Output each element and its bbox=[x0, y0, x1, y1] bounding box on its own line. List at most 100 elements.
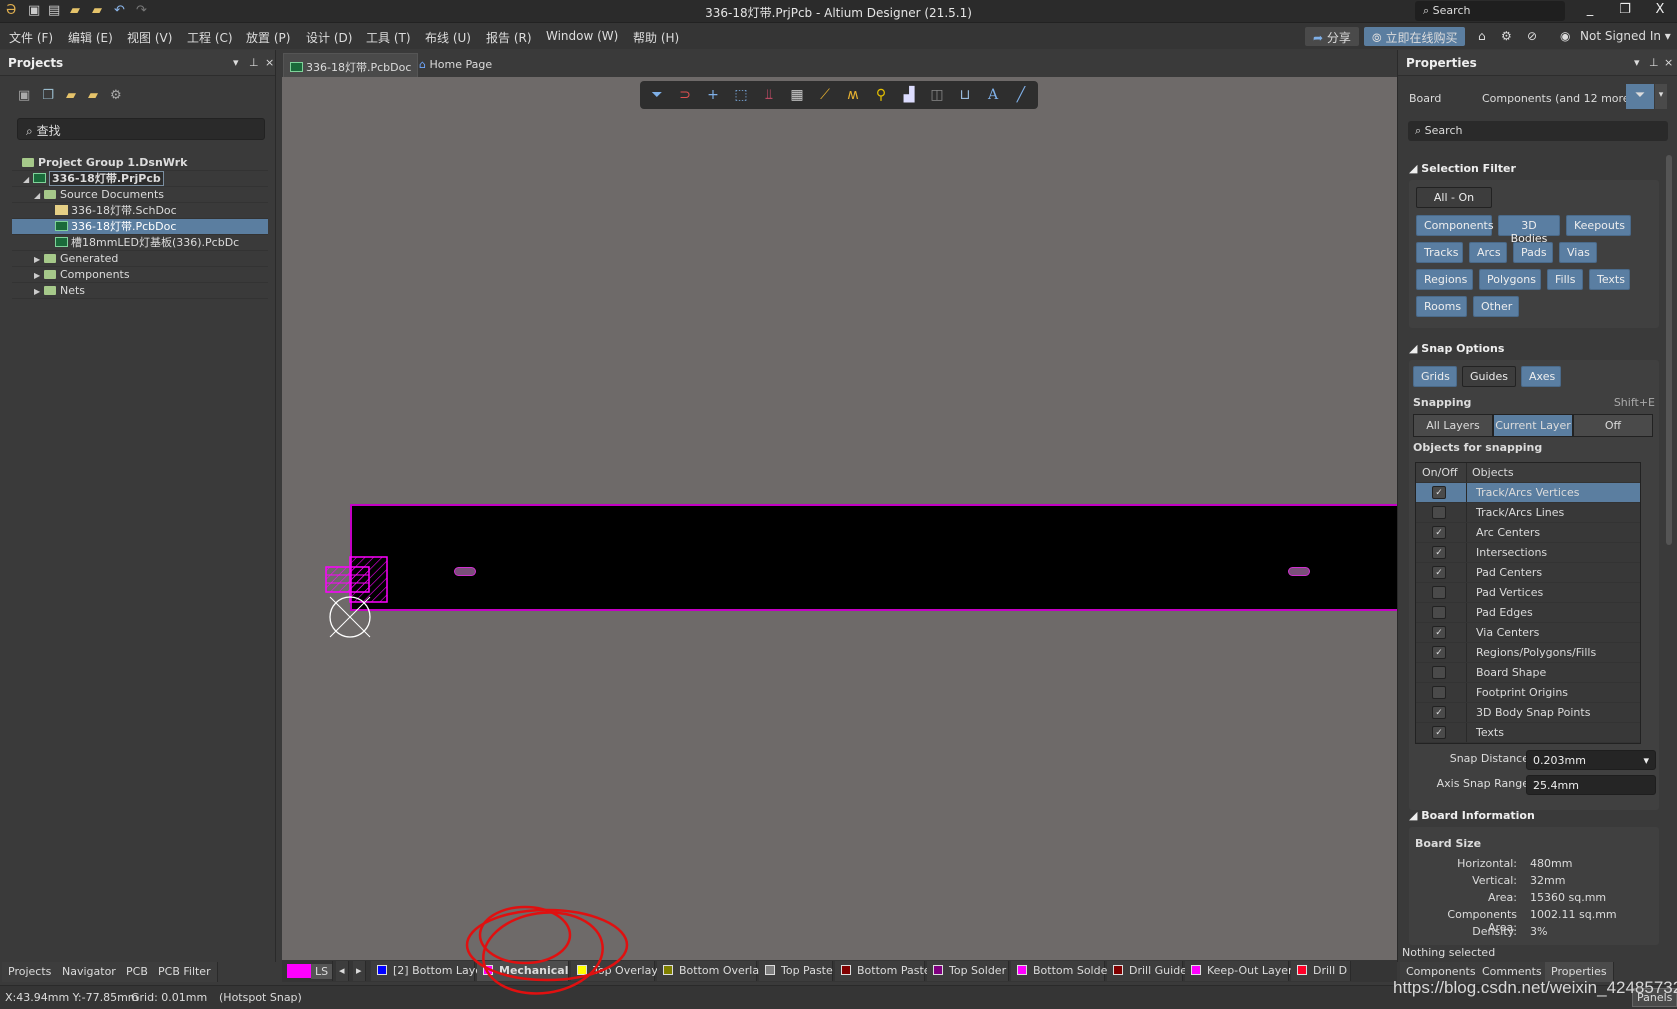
line-icon[interactable]: ╱ bbox=[1010, 87, 1032, 103]
snap-object-row[interactable]: Pad Vertices bbox=[1416, 583, 1640, 603]
snap-object-row[interactable]: ✓ Via Centers bbox=[1416, 623, 1640, 643]
snap-object-checkbox[interactable]: ✓ bbox=[1432, 546, 1446, 559]
close-panel-icon[interactable]: × bbox=[265, 56, 274, 69]
snap-object-checkbox[interactable]: ✓ bbox=[1432, 626, 1446, 639]
text-icon[interactable]: A bbox=[982, 87, 1004, 103]
menu-route[interactable]: 布线 (U) bbox=[425, 29, 471, 46]
axis-snap-range-input[interactable]: 25.4mm bbox=[1526, 775, 1656, 795]
filter-texts-button[interactable]: Texts bbox=[1589, 269, 1630, 290]
menu-help[interactable]: 帮助 (H) bbox=[633, 29, 679, 46]
gear-icon[interactable]: ⚙ bbox=[1501, 29, 1512, 43]
layer-tab-keep-out-layer[interactable]: Keep-Out Layer bbox=[1185, 961, 1293, 981]
buy-online-button[interactable]: ⦾ 立即在线购买 bbox=[1364, 27, 1466, 46]
layer-tab-top-solder[interactable]: Top Solder bbox=[927, 961, 1009, 981]
snap-object-checkbox[interactable]: ✓ bbox=[1432, 726, 1446, 739]
snap-object-row[interactable]: Footprint Origins bbox=[1416, 683, 1640, 703]
layer-set-button[interactable]: LS bbox=[287, 961, 334, 981]
filter-button[interactable]: ⏷ bbox=[1626, 84, 1654, 109]
diff-pair-icon[interactable]: ʍ bbox=[842, 87, 864, 103]
snap-object-row[interactable]: ✓ Arc Centers bbox=[1416, 523, 1640, 543]
dimension-icon[interactable]: ⊔ bbox=[954, 87, 976, 103]
snap-options-header[interactable]: ◢ Snap Options bbox=[1409, 342, 1504, 355]
tree-item[interactable]: 336-18灯带.PcbDoc bbox=[12, 219, 268, 235]
filter-other-button[interactable]: Other bbox=[1473, 296, 1519, 317]
snapping-mode-all-layers[interactable]: All Layers bbox=[1413, 414, 1493, 437]
filter-fills-button[interactable]: Fills bbox=[1547, 269, 1583, 290]
menu-design[interactable]: 设计 (D) bbox=[306, 29, 352, 46]
snap-object-checkbox[interactable] bbox=[1432, 506, 1446, 519]
snap-object-checkbox[interactable]: ✓ bbox=[1432, 706, 1446, 719]
board-shape[interactable] bbox=[350, 504, 1397, 611]
tree-item[interactable]: Project Group 1.DsnWrk bbox=[12, 155, 268, 171]
select-rectangle-icon[interactable]: ⬚ bbox=[730, 87, 752, 103]
snap-object-checkbox[interactable]: ✓ bbox=[1432, 566, 1446, 579]
scroll-right-button[interactable]: ▸ bbox=[353, 961, 366, 981]
align-icon[interactable]: ⫫ bbox=[758, 87, 780, 103]
share-button[interactable]: ➦ 分享 bbox=[1305, 27, 1359, 46]
tab-pcbdoc[interactable]: 336-18灯带.PcbDoc bbox=[283, 53, 419, 77]
menu-edit[interactable]: 编辑 (E) bbox=[68, 29, 113, 46]
snap-object-row[interactable]: ✓ Track/Arcs Vertices bbox=[1416, 483, 1640, 503]
snap-object-row[interactable]: Track/Arcs Lines bbox=[1416, 503, 1640, 523]
filter-polygons-button[interactable]: Polygons bbox=[1479, 269, 1541, 290]
snapping-mode-off[interactable]: Off bbox=[1573, 414, 1653, 437]
panel-menu-icon[interactable]: ▾ bbox=[1634, 56, 1640, 69]
menu-tools[interactable]: 工具 (T) bbox=[366, 29, 411, 46]
layer-tab-bottom-solder[interactable]: Bottom Solder bbox=[1011, 961, 1112, 981]
board-information-header[interactable]: ◢ Board Information bbox=[1409, 809, 1535, 822]
menu-project[interactable]: 工程 (C) bbox=[187, 29, 233, 46]
save-project-icon[interactable]: ▣ bbox=[18, 88, 42, 103]
menu-view[interactable]: 视图 (V) bbox=[127, 29, 172, 46]
menu-file[interactable]: 文件 (F) bbox=[9, 29, 53, 46]
properties-search-input[interactable]: ⌕ Search bbox=[1408, 121, 1668, 141]
close-button[interactable]: X bbox=[1645, 2, 1675, 17]
filter-dropdown[interactable]: ▾ bbox=[1655, 84, 1667, 109]
snap-object-row[interactable]: ✓ Texts bbox=[1416, 723, 1640, 743]
snap-guides-toggle[interactable]: Guides bbox=[1462, 366, 1516, 387]
filter-arcs-button[interactable]: Arcs bbox=[1469, 242, 1507, 263]
scrollbar-thumb[interactable] bbox=[1666, 155, 1672, 545]
copy-icon[interactable]: ❐ bbox=[42, 88, 66, 103]
filter-components-button[interactable]: Components bbox=[1416, 215, 1494, 236]
layer-tab-drill-d[interactable]: Drill D bbox=[1291, 961, 1351, 981]
filter-tracks-button[interactable]: Tracks bbox=[1416, 242, 1463, 263]
tree-item[interactable]: ▶ Components bbox=[12, 267, 268, 283]
snap-object-row[interactable]: ✓ 3D Body Snap Points bbox=[1416, 703, 1640, 723]
snap-object-row[interactable]: ✓ Pad Centers bbox=[1416, 563, 1640, 583]
layer-tab--2-bottom-layer[interactable]: [2] Bottom Layer bbox=[371, 961, 487, 981]
settings-icon[interactable]: ⚙ bbox=[110, 88, 134, 103]
snap-object-row[interactable]: Board Shape bbox=[1416, 663, 1640, 683]
panel-menu-icon[interactable]: ▾ bbox=[233, 56, 239, 69]
tab-pcb[interactable]: PCB bbox=[120, 962, 155, 982]
notifications-off-icon[interactable]: ⊘ bbox=[1527, 29, 1537, 43]
keepout-icon[interactable]: ◫ bbox=[926, 87, 948, 103]
folder-settings-icon[interactable]: ▰ bbox=[88, 88, 110, 103]
layer-tab-top-paste[interactable]: Top Paste bbox=[759, 961, 833, 981]
folder-search-icon[interactable]: ▰ bbox=[66, 88, 88, 103]
tab-pcb-filter[interactable]: PCB Filter bbox=[152, 962, 218, 982]
layer-tab-drill-guide[interactable]: Drill Guide bbox=[1107, 961, 1187, 981]
snap-distance-select[interactable]: 0.203mm ▾ bbox=[1526, 750, 1656, 770]
filter-icon[interactable]: ⏷ bbox=[646, 87, 668, 103]
via-icon[interactable]: ⚲ bbox=[870, 87, 892, 103]
snap-object-row[interactable]: Pad Edges bbox=[1416, 603, 1640, 623]
snap-axes-toggle[interactable]: Axes bbox=[1521, 366, 1561, 387]
snap-object-checkbox[interactable]: ✓ bbox=[1432, 526, 1446, 539]
snap-object-checkbox[interactable] bbox=[1432, 666, 1446, 679]
tab-projects[interactable]: Projects bbox=[2, 962, 59, 982]
snap-object-row[interactable]: ✓ Regions/Polygons/Fills bbox=[1416, 643, 1640, 663]
filter-vias-button[interactable]: Vias bbox=[1559, 242, 1597, 263]
snap-object-checkbox[interactable]: ✓ bbox=[1432, 646, 1446, 659]
menu-window[interactable]: Window (W) bbox=[546, 29, 618, 43]
scroll-left-button[interactable]: ◂ bbox=[336, 961, 349, 981]
pcb-canvas[interactable]: ⏷ ⊃ + ⬚ ⫫ ▦ ⟋ ʍ ⚲ ▟ ◫ ⊔ A ╱ bbox=[282, 77, 1397, 961]
tree-item[interactable]: ◢ 336-18灯带.PrjPcb bbox=[12, 171, 268, 187]
collapsed-arrow-icon[interactable]: ▶ bbox=[34, 284, 44, 300]
polygon-icon[interactable]: ▟ bbox=[898, 87, 920, 103]
snap-object-checkbox[interactable] bbox=[1432, 686, 1446, 699]
layer-tab-bottom-paste[interactable]: Bottom Paste bbox=[835, 961, 931, 981]
tree-item[interactable]: 336-18灯带.SchDoc bbox=[12, 203, 268, 219]
home-icon[interactable]: ⌂ bbox=[1478, 29, 1486, 43]
collapsed-arrow-icon[interactable]: ▶ bbox=[34, 268, 44, 284]
tree-item[interactable]: 槽18mmLED灯基板(336).PcbDc bbox=[12, 235, 268, 251]
